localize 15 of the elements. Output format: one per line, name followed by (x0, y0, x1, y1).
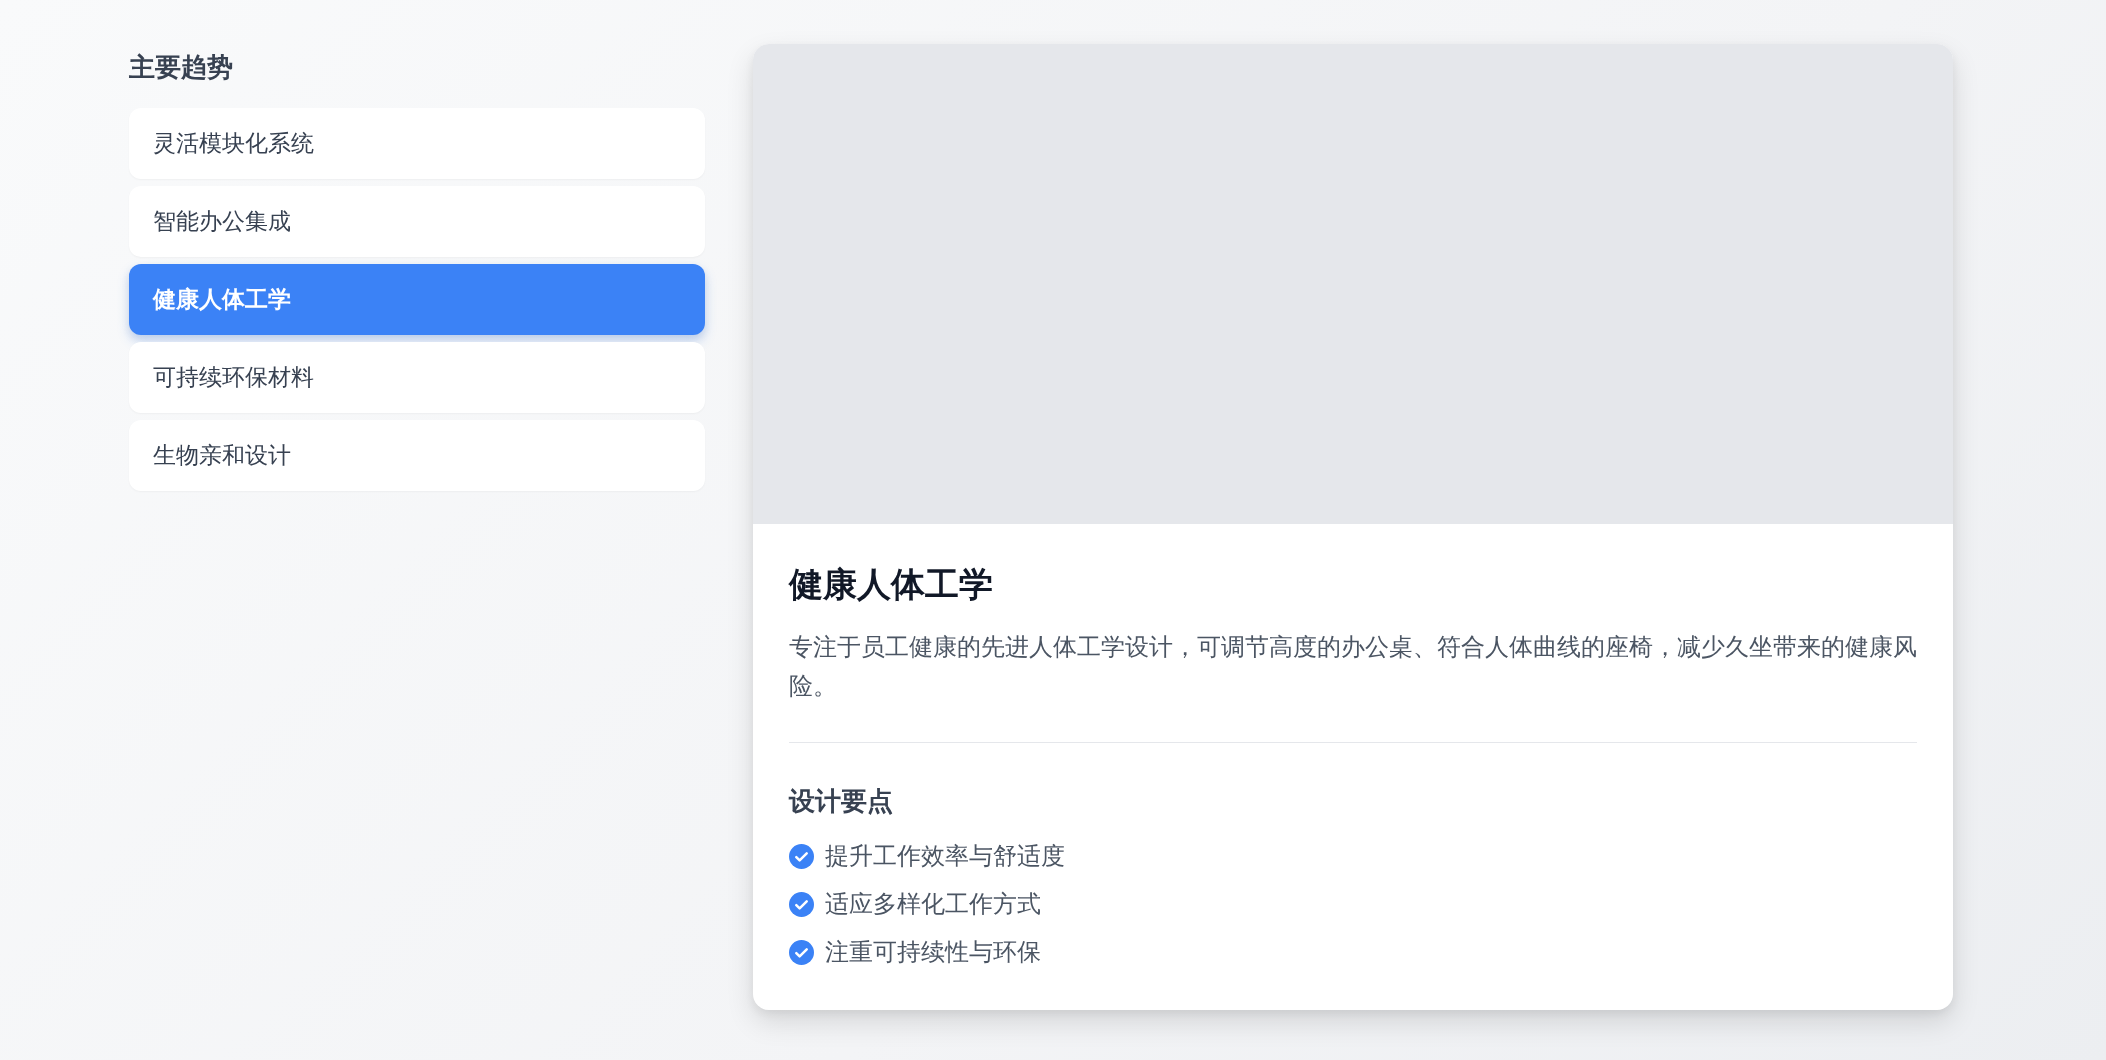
check-icon (789, 843, 814, 869)
trend-item[interactable]: 可持续环保材料 (129, 342, 705, 413)
detail-description: 专注于员工健康的先进人体工学设计，可调节高度的办公桌、符合人体曲线的座椅，减少久坐带来的健康风险。 (789, 632, 1917, 702)
trend-item[interactable]: 生物亲和设计 (129, 420, 705, 491)
detail-title: 健康人体工学 (789, 563, 994, 606)
check-icon (789, 939, 814, 965)
point-text: 适应多样化工作方式 (825, 889, 1041, 920)
section-title: 设计要点 (789, 785, 894, 818)
trend-item[interactable]: 健康人体工学 (129, 264, 705, 335)
trend-item[interactable]: 智能办公集成 (129, 186, 705, 257)
point-text: 提升工作效率与舒适度 (825, 841, 1065, 872)
sidebar-title: 主要趋势 (129, 51, 234, 84)
point-text: 注重可持续性与环保 (825, 937, 1041, 968)
check-icon (789, 891, 814, 917)
trend-item[interactable]: 灵活模块化系统 (129, 108, 705, 179)
